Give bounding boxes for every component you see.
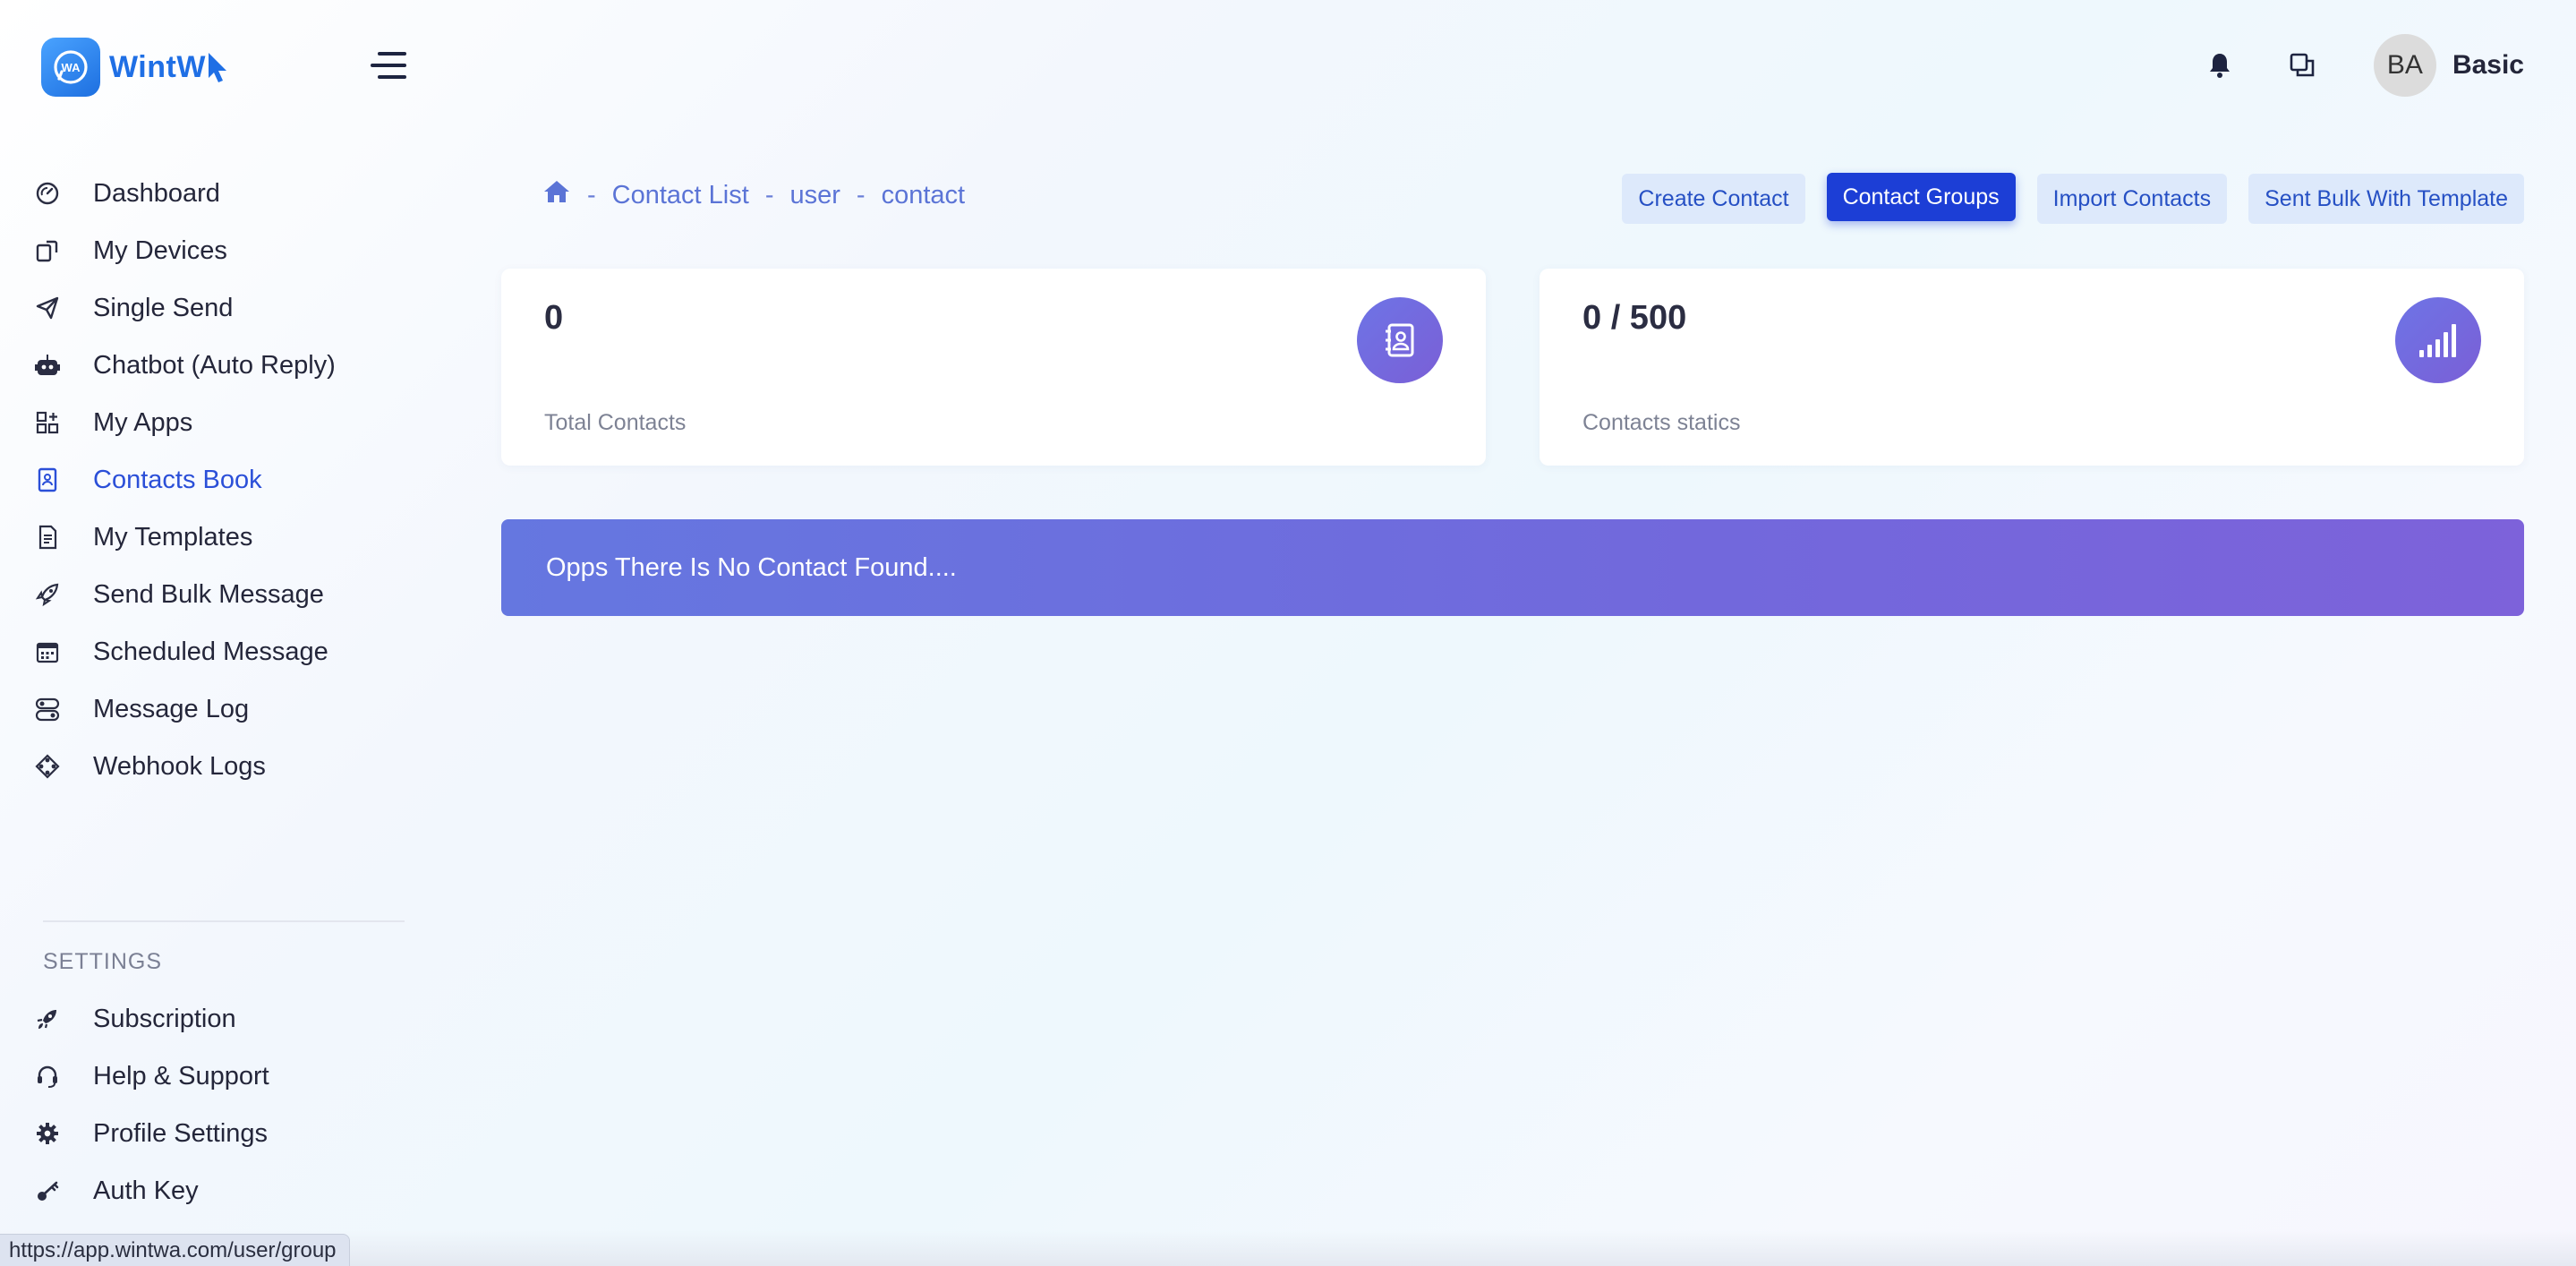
home-icon[interactable] bbox=[542, 179, 571, 211]
sent-bulk-template-button[interactable]: Sent Bulk With Template bbox=[2248, 174, 2524, 224]
sidebar-item-scheduled-message[interactable]: Scheduled Message bbox=[34, 623, 410, 680]
signal-bars-icon bbox=[2395, 297, 2481, 383]
sidebar-item-my-apps[interactable]: My Apps bbox=[34, 394, 410, 451]
cursor-pointer-icon bbox=[208, 53, 226, 82]
menu-toggle-icon[interactable] bbox=[371, 52, 406, 79]
sidebar-item-send-bulk-message[interactable]: Send Bulk Message bbox=[34, 566, 410, 623]
breadcrumb-contact-list[interactable]: Contact List bbox=[612, 181, 749, 210]
rocket-icon bbox=[34, 581, 61, 608]
sidebar-item-chatbot[interactable]: Chatbot (Auto Reply) bbox=[34, 337, 410, 394]
sidebar-item-subscription[interactable]: Subscription bbox=[34, 990, 410, 1048]
sidebar-item-profile-settings[interactable]: Profile Settings bbox=[34, 1105, 410, 1162]
sidebar-item-message-log[interactable]: Message Log bbox=[34, 680, 410, 738]
breadcrumb-user[interactable]: user bbox=[789, 181, 840, 210]
import-contacts-button[interactable]: Import Contacts bbox=[2036, 174, 2228, 224]
subscription-icon bbox=[34, 1005, 61, 1032]
sidebar-item-auth-key[interactable]: Auth Key bbox=[34, 1162, 410, 1219]
top-header: BA Basic bbox=[2204, 34, 2524, 97]
sidebar-item-help-support[interactable]: Help & Support bbox=[34, 1048, 410, 1105]
whatsapp-logo-icon: WA bbox=[41, 38, 100, 97]
robot-icon bbox=[34, 352, 61, 379]
gear-icon bbox=[34, 1120, 61, 1147]
sidebar-item-label: Message Log bbox=[93, 694, 250, 723]
sidebar-item-label: Subscription bbox=[93, 1004, 236, 1033]
settings-nav: Subscription Help & Support Profile Sett… bbox=[34, 990, 410, 1219]
apps-grid-icon bbox=[34, 409, 61, 436]
sidebar-item-label: Help & Support bbox=[93, 1061, 269, 1091]
contacts-statics-card: 0 / 500 Contacts statics bbox=[1540, 269, 2524, 466]
settings-section-title: SETTINGS bbox=[43, 949, 163, 974]
breadcrumb-separator: - bbox=[587, 180, 596, 210]
window-switch-icon[interactable] bbox=[2286, 49, 2318, 81]
breadcrumb-separator: - bbox=[764, 180, 774, 210]
sidebar-item-webhook-logs[interactable]: Webhook Logs bbox=[34, 738, 410, 795]
key-icon bbox=[34, 1177, 61, 1204]
sidebar-item-my-templates[interactable]: My Templates bbox=[34, 509, 410, 566]
user-name[interactable]: Basic bbox=[2452, 50, 2524, 81]
sidebar-item-label: My Devices bbox=[93, 235, 227, 265]
contacts-statics-label: Contacts statics bbox=[1582, 410, 1741, 435]
sidebar-item-my-devices[interactable]: My Devices bbox=[34, 222, 410, 279]
breadcrumb-separator: - bbox=[856, 180, 866, 210]
sidebar-item-label: Dashboard bbox=[93, 178, 220, 208]
gauge-icon bbox=[34, 180, 61, 207]
sidebar-item-label: Profile Settings bbox=[93, 1118, 269, 1148]
total-contacts-card: 0 Total Contacts bbox=[501, 269, 1486, 466]
sidebar: WA WintW Dashboard My Devices Single Sen… bbox=[0, 0, 430, 1266]
breadcrumb-contact[interactable]: contact bbox=[882, 181, 966, 210]
address-book-icon bbox=[1357, 297, 1443, 383]
sidebar-item-label: Send Bulk Message bbox=[93, 579, 324, 609]
action-buttons: Create Contact Contact Groups Import Con… bbox=[1622, 173, 2524, 224]
sidebar-item-dashboard[interactable]: Dashboard bbox=[34, 165, 410, 222]
svg-text:WA: WA bbox=[62, 61, 81, 74]
main-nav: Dashboard My Devices Single Send Chatbot… bbox=[34, 165, 410, 795]
total-contacts-label: Total Contacts bbox=[544, 410, 687, 435]
webhook-icon bbox=[34, 753, 61, 780]
contact-groups-button[interactable]: Contact Groups bbox=[1826, 173, 2016, 221]
template-icon bbox=[34, 524, 61, 551]
calendar-icon bbox=[34, 638, 61, 665]
headset-icon bbox=[34, 1063, 61, 1090]
paper-plane-icon bbox=[34, 295, 61, 321]
sidebar-item-label: Chatbot (Auto Reply) bbox=[93, 350, 336, 380]
avatar[interactable]: BA bbox=[2373, 34, 2436, 97]
sidebar-divider bbox=[43, 920, 405, 922]
status-bar-url: https://app.wintwa.com/user/group bbox=[0, 1234, 350, 1266]
toggles-icon bbox=[34, 696, 61, 723]
empty-state-banner: Opps There Is No Contact Found.... bbox=[501, 519, 2524, 616]
bell-icon[interactable] bbox=[2204, 49, 2236, 81]
sidebar-item-single-send[interactable]: Single Send bbox=[34, 279, 410, 337]
sidebar-item-label: Webhook Logs bbox=[93, 751, 266, 781]
sidebar-item-label: Contacts Book bbox=[93, 465, 262, 494]
brand-name: WintW bbox=[109, 50, 229, 85]
total-contacts-value: 0 bbox=[544, 299, 564, 337]
sidebar-item-label: My Apps bbox=[93, 407, 193, 437]
sidebar-item-label: My Templates bbox=[93, 522, 253, 552]
contacts-book-icon bbox=[34, 466, 61, 493]
create-contact-button[interactable]: Create Contact bbox=[1622, 174, 1805, 224]
devices-icon bbox=[34, 237, 61, 264]
sidebar-item-contacts-book[interactable]: Contacts Book bbox=[34, 451, 410, 509]
sidebar-item-label: Scheduled Message bbox=[93, 637, 328, 666]
sidebar-item-label: Single Send bbox=[93, 293, 234, 322]
contacts-statics-value: 0 / 500 bbox=[1582, 299, 1687, 337]
brand-logo[interactable]: WA WintW bbox=[41, 38, 229, 97]
breadcrumb: - Contact List - user - contact bbox=[542, 179, 965, 211]
sidebar-item-label: Auth Key bbox=[93, 1176, 199, 1205]
